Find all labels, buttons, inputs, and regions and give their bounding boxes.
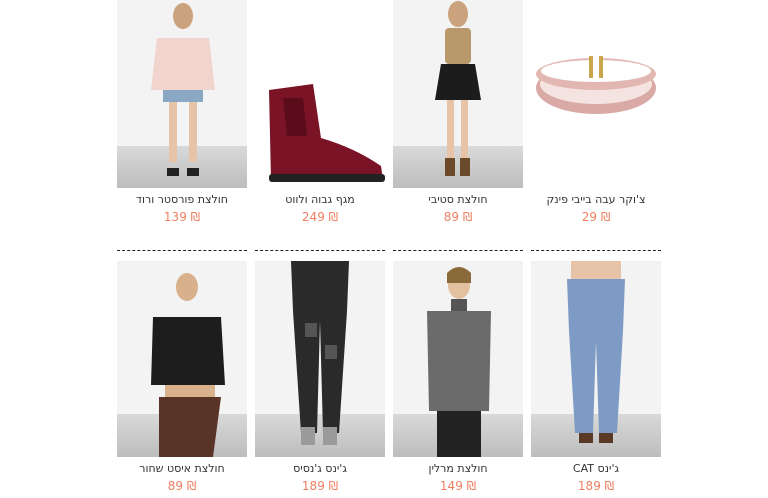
- product-card[interactable]: חולצת סטיבי ₪ 89: [393, 0, 523, 224]
- product-name[interactable]: ג'ינס ג'נסיס: [255, 462, 385, 476]
- product-name[interactable]: חולצת סטיבי: [393, 193, 523, 207]
- product-card[interactable]: צ'וקר עבה בייבי פינק ₪ 29: [531, 0, 661, 224]
- product-card[interactable]: ג'ינס CAT ₪ 189: [531, 250, 661, 493]
- product-image-cat-jeans[interactable]: [531, 261, 661, 457]
- product-image-east-black-top[interactable]: [117, 261, 247, 457]
- product-name[interactable]: צ'וקר עבה בייבי פינק: [531, 193, 661, 207]
- product-name[interactable]: חולצת פורסטר ורוד: [117, 193, 247, 207]
- product-image-genesis-jeans[interactable]: [255, 261, 385, 457]
- product-name[interactable]: חולצת איסט שחור: [117, 462, 247, 476]
- product-grid-row-2: ג'ינס CAT ₪ 189 חולצת מרלין ₪ 149 ג'ינס …: [116, 250, 661, 493]
- product-price: ₪ 149: [439, 479, 477, 493]
- product-card[interactable]: חולצת איסט שחור ₪ 89: [117, 250, 247, 493]
- product-name[interactable]: ג'ינס CAT: [531, 462, 661, 476]
- product-price: ₪ 89: [443, 210, 473, 224]
- product-price: ₪ 29: [581, 210, 611, 224]
- product-image-stevie-top[interactable]: [393, 0, 523, 188]
- product-image-velvet-boot[interactable]: [255, 0, 385, 188]
- product-price: ₪ 189: [577, 479, 615, 493]
- product-card[interactable]: מגף גבוה ולווט ₪ 249: [255, 0, 385, 224]
- product-name[interactable]: מגף גבוה ולווט: [255, 193, 385, 207]
- product-grid-row-1: צ'וקר עבה בייבי פינק ₪ 29 חולצת סטיבי ₪ …: [116, 0, 661, 224]
- product-price: ₪ 249: [301, 210, 339, 224]
- product-image-marlin-top[interactable]: [393, 261, 523, 457]
- product-price: ₪ 89: [167, 479, 197, 493]
- product-image-choker[interactable]: [531, 0, 661, 188]
- product-price: ₪ 139: [163, 210, 201, 224]
- product-image-forster-top[interactable]: [117, 0, 247, 188]
- product-name[interactable]: חולצת מרלין: [393, 462, 523, 476]
- product-card[interactable]: ג'ינס ג'נסיס ₪ 189: [255, 250, 385, 493]
- product-card[interactable]: חולצת מרלין ₪ 149: [393, 250, 523, 493]
- product-card[interactable]: חולצת פורסטר ורוד ₪ 139: [117, 0, 247, 224]
- product-price: ₪ 189: [301, 479, 339, 493]
